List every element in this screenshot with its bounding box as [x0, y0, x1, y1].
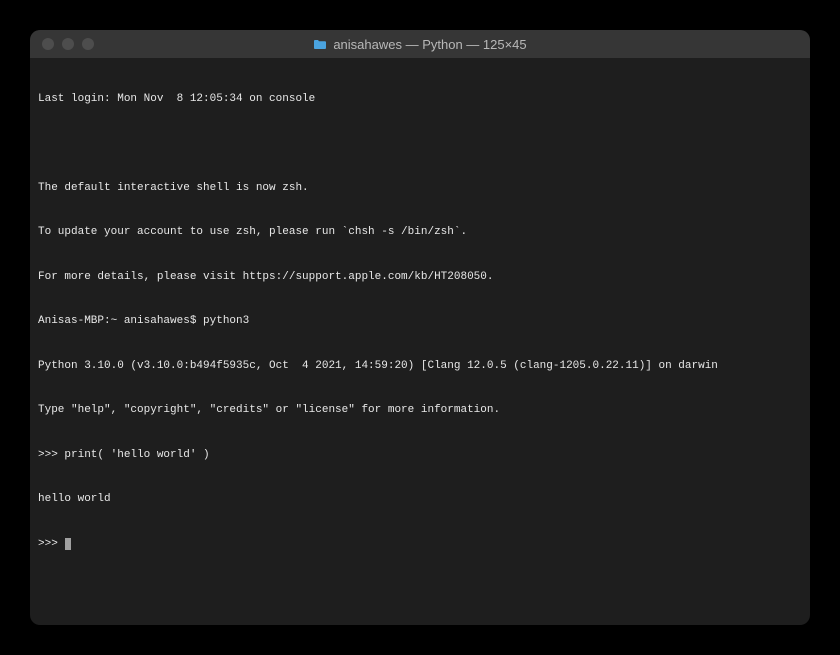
terminal-line: Anisas-MBP:~ anisahawes$ python3 [38, 314, 802, 329]
terminal-line: To update your account to use zsh, pleas… [38, 225, 802, 240]
terminal-line: Type "help", "copyright", "credits" or "… [38, 403, 802, 418]
maximize-button[interactable] [82, 38, 94, 50]
cursor [65, 538, 71, 550]
prompt: >>> [38, 537, 64, 552]
terminal-line: >>> print( 'hello world' ) [38, 448, 802, 463]
terminal-body[interactable]: Last login: Mon Nov 8 12:05:34 on consol… [30, 58, 810, 625]
terminal-line: For more details, please visit https://s… [38, 270, 802, 285]
terminal-line: Python 3.10.0 (v3.10.0:b494f5935c, Oct 4… [38, 359, 802, 374]
terminal-line: Last login: Mon Nov 8 12:05:34 on consol… [38, 92, 802, 107]
title-wrap: anisahawes — Python — 125×45 [30, 37, 810, 52]
prompt-line: >>> [38, 537, 802, 552]
minimize-button[interactable] [62, 38, 74, 50]
terminal-line: hello world [38, 492, 802, 507]
titlebar[interactable]: anisahawes — Python — 125×45 [30, 30, 810, 58]
folder-icon [313, 39, 327, 50]
terminal-line [38, 136, 802, 151]
terminal-window: anisahawes — Python — 125×45 Last login:… [30, 30, 810, 625]
terminal-line: The default interactive shell is now zsh… [38, 181, 802, 196]
traffic-lights [30, 38, 94, 50]
window-title: anisahawes — Python — 125×45 [333, 37, 526, 52]
close-button[interactable] [42, 38, 54, 50]
